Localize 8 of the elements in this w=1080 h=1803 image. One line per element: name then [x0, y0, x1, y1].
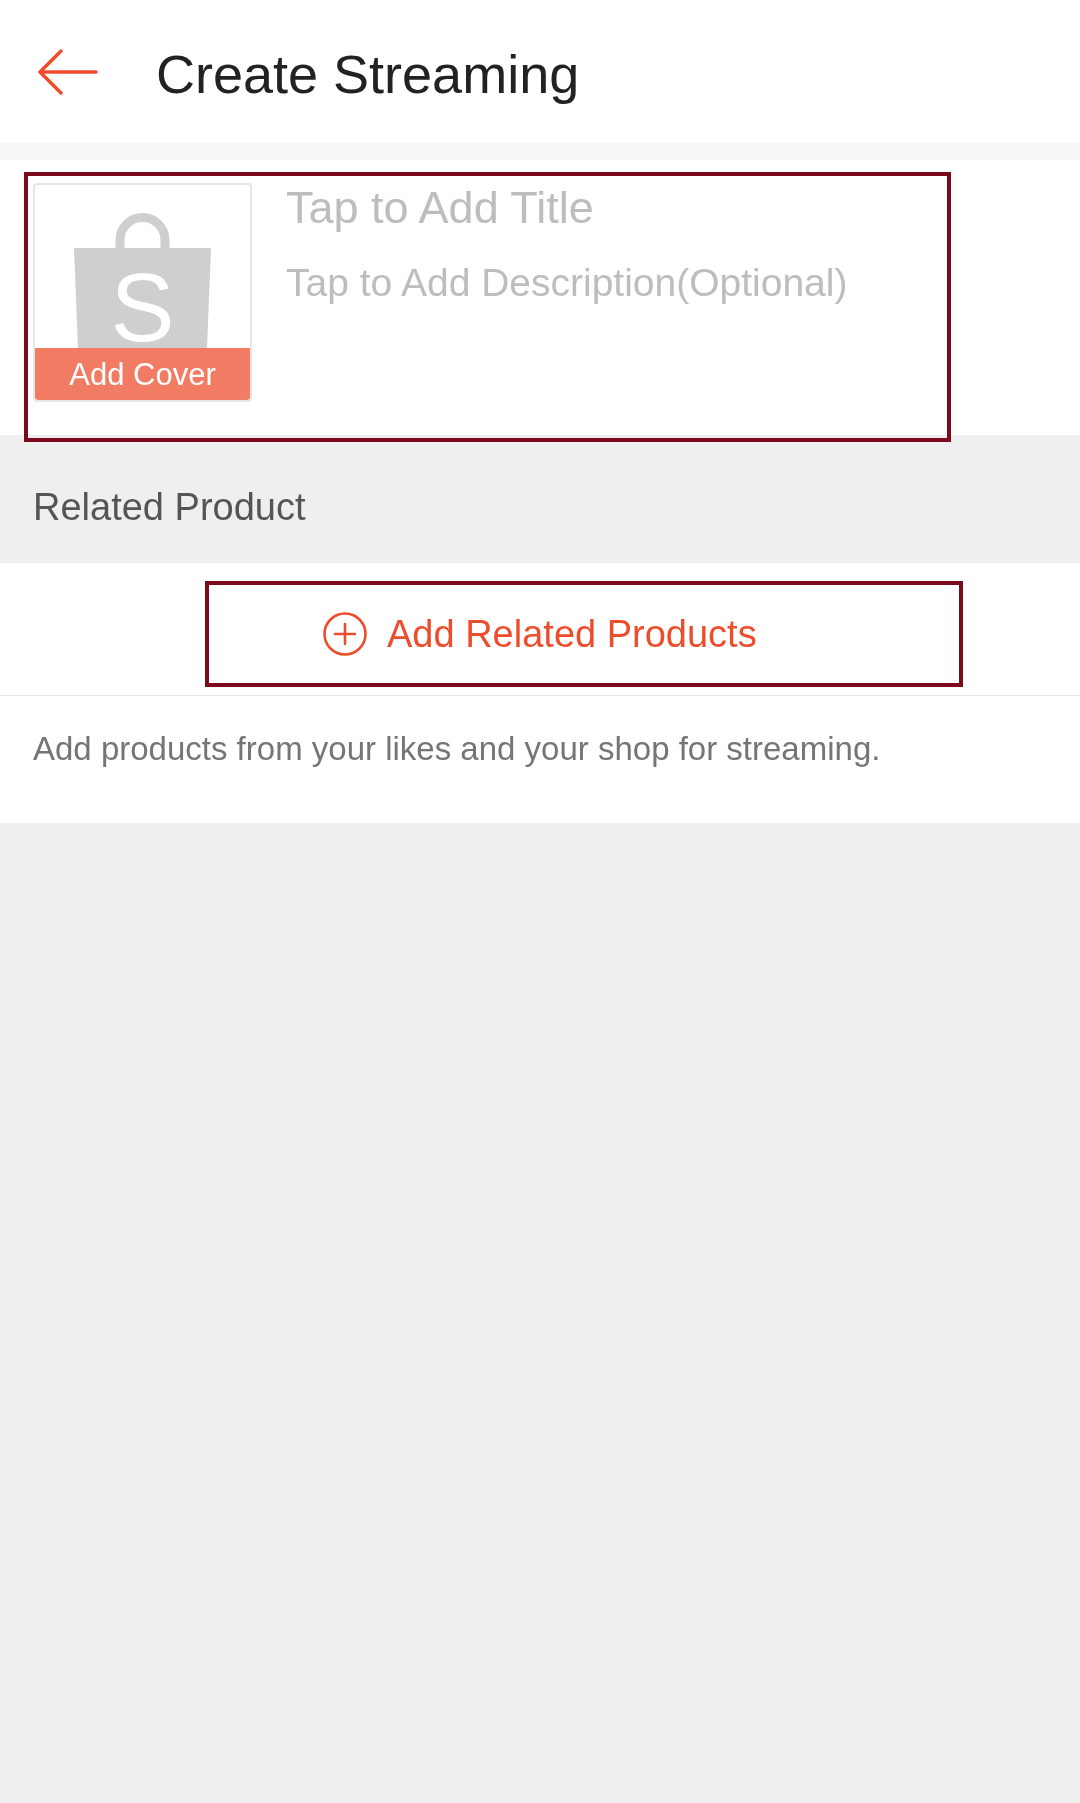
hint-text: Add products from your likes and your shop for streaming. [33, 730, 882, 768]
title-input[interactable]: Tap to Add Title [286, 180, 937, 236]
plus-circle-icon [323, 612, 367, 656]
section-heading: Related Product [33, 488, 307, 526]
add-cover-button[interactable]: Add Cover [35, 348, 250, 400]
add-related-products-button[interactable]: Add Related Products [205, 581, 963, 687]
back-icon[interactable] [38, 48, 98, 95]
description-input[interactable]: Tap to Add Description(Optional) [286, 258, 937, 308]
